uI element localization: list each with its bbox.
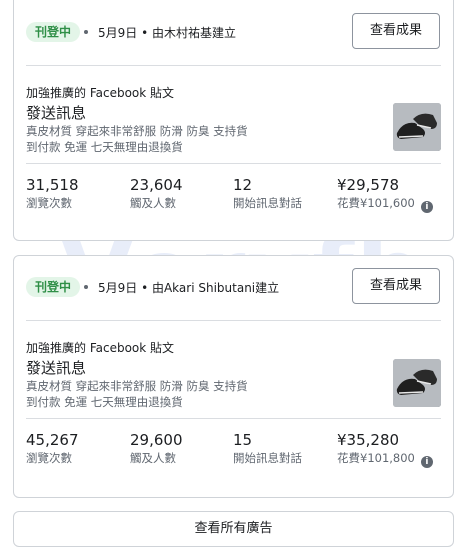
- info-icon[interactable]: i: [420, 201, 433, 213]
- boost-label: 加強推廣的 Facebook 貼文: [26, 341, 175, 355]
- spend-budget: 花費¥101,600: [337, 196, 415, 210]
- stat-value: 45,267: [26, 431, 79, 449]
- stat-label: 花費¥101,800 i: [337, 450, 433, 468]
- ad-meta: 5月9日 • 由Akari Shibutani建立: [98, 281, 280, 295]
- divider: [26, 418, 441, 419]
- ad-title: 發送訊息: [26, 359, 87, 377]
- ad-description: 真皮材質 穿起來非常舒服 防滑 防臭 支持貨 到付款 免運 七天無理由退換貨: [26, 123, 276, 155]
- stat-value: 31,518: [26, 176, 79, 194]
- stat-reach: 29,600 觸及人數: [130, 430, 183, 466]
- stat-value: ¥29,578: [337, 176, 400, 194]
- ad-description-line: 真皮材質 穿起來非常舒服 防滑 防臭 支持貨: [26, 124, 248, 138]
- shoe-thumbnail[interactable]: [393, 103, 441, 151]
- stat-conversations: 12 開始訊息對話: [233, 175, 302, 211]
- stat-label: 開始訊息對話: [233, 451, 302, 465]
- shoe-thumbnail[interactable]: [393, 359, 441, 407]
- stat-label: 開始訊息對話: [233, 196, 302, 210]
- stat-label: 觸及人數: [130, 196, 176, 210]
- divider: [26, 163, 441, 164]
- stat-value: 15: [233, 431, 253, 449]
- stat-label: 瀏覽次數: [26, 451, 72, 465]
- stat-value: 23,604: [130, 176, 183, 194]
- ad-card: 刊登中 5月9日 • 由Akari Shibutani建立 查看成果 加強推廣的…: [13, 255, 454, 498]
- separator-dot: [84, 30, 88, 34]
- ad-description-line: 真皮材質 穿起來非常舒服 防滑 防臭 支持貨: [26, 379, 248, 393]
- stat-views: 31,518 瀏覽次數: [26, 175, 79, 211]
- separator-dot: [84, 285, 88, 289]
- stat-value: 29,600: [130, 431, 183, 449]
- view-results-button[interactable]: 查看成果: [352, 13, 440, 49]
- stat-conversations: 15 開始訊息對話: [233, 430, 302, 466]
- boost-label: 加強推廣的 Facebook 貼文: [26, 86, 175, 100]
- divider: [26, 65, 441, 66]
- stat-spend: ¥29,578 花費¥101,600 i: [337, 175, 433, 213]
- stats-row: 31,518 瀏覽次數 23,604 觸及人數 12 開始訊息對話 ¥29,57…: [26, 175, 441, 215]
- stat-views: 45,267 瀏覽次數: [26, 430, 79, 466]
- stat-label: 瀏覽次數: [26, 196, 72, 210]
- status-badge: 刊登中: [26, 277, 81, 297]
- stats-row: 45,267 瀏覽次數 29,600 觸及人數 15 開始訊息對話 ¥35,28…: [26, 430, 441, 470]
- info-icon[interactable]: i: [420, 456, 433, 468]
- stat-reach: 23,604 觸及人數: [130, 175, 183, 211]
- stat-spend: ¥35,280 花費¥101,800 i: [337, 430, 433, 468]
- stat-label: 觸及人數: [130, 451, 176, 465]
- ad-description-line: 到付款 免運 七天無理由退換貨: [26, 395, 183, 409]
- view-all-ads-button[interactable]: 查看所有廣告: [13, 511, 454, 547]
- stat-label: 花費¥101,600 i: [337, 195, 433, 213]
- ad-description-line: 到付款 免運 七天無理由退換貨: [26, 140, 183, 154]
- stat-value: 12: [233, 176, 253, 194]
- ad-description: 真皮材質 穿起來非常舒服 防滑 防臭 支持貨 到付款 免運 七天無理由退換貨: [26, 378, 276, 410]
- status-badge: 刊登中: [26, 22, 81, 42]
- divider: [26, 320, 441, 321]
- stat-value: ¥35,280: [337, 431, 400, 449]
- ad-title: 發送訊息: [26, 104, 87, 122]
- ad-meta: 5月9日 • 由木村祐基建立: [98, 26, 236, 40]
- spend-budget: 花費¥101,800: [337, 451, 415, 465]
- ad-card: 刊登中 5月9日 • 由木村祐基建立 查看成果 加強推廣的 Facebook 貼…: [13, 0, 454, 241]
- view-results-button[interactable]: 查看成果: [352, 268, 440, 304]
